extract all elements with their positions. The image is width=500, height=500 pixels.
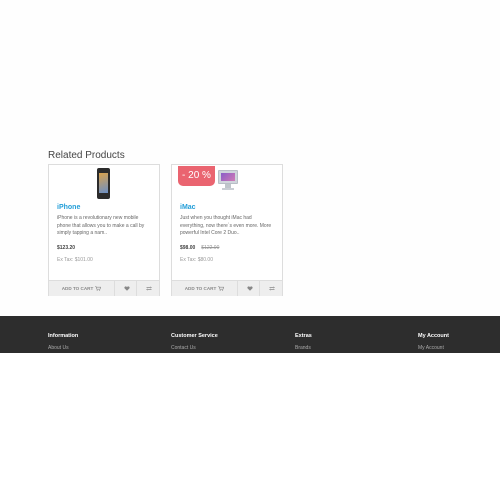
page: Related Products iPhone iPhone is a revo…	[0, 0, 500, 500]
footer-link-brands[interactable]: Brands	[295, 345, 312, 351]
heart-icon	[123, 285, 130, 292]
price-ex-tax: Ex Tax: $80.00	[180, 257, 213, 263]
product-thumb[interactable]	[49, 168, 159, 200]
footer-heading: My Account	[418, 333, 449, 339]
iphone-image	[97, 168, 110, 199]
heart-icon	[246, 285, 253, 292]
product-actions: ADD TO CART	[172, 280, 282, 296]
product-description: iPhone is a revolutionary new mobile pho…	[57, 215, 145, 237]
add-to-cart-button[interactable]: ADD TO CART	[172, 281, 238, 296]
footer-column-extras: Extras Brands	[295, 333, 312, 351]
compare-icon	[146, 285, 152, 292]
blank-area	[0, 353, 500, 500]
product-description: Just when you thought iMac had everythin…	[180, 215, 272, 237]
product-card-imac: - 20 % iMac Just when you thought iMac h…	[171, 164, 283, 296]
product-card-iphone: iPhone iPhone is a revolutionary new mob…	[48, 164, 160, 296]
footer: Information About Us Customer Service Co…	[0, 316, 500, 353]
product-price: $123.20	[57, 245, 75, 251]
add-to-cart-label: ADD TO CART	[184, 286, 217, 291]
compare-button[interactable]	[260, 281, 282, 296]
section-title: Related Products	[48, 150, 125, 161]
footer-column-my-account: My Account My Account	[418, 333, 449, 351]
footer-heading: Extras	[295, 333, 312, 339]
product-name-link[interactable]: iMac	[180, 204, 196, 211]
footer-link-about-us[interactable]: About Us	[48, 345, 78, 351]
price-current: $123.20	[57, 245, 76, 251]
product-name-link[interactable]: iPhone	[57, 204, 80, 211]
product-actions: ADD TO CART	[49, 280, 159, 296]
footer-heading: Customer Service	[171, 333, 218, 339]
footer-column-customer-service: Customer Service Contact Us	[171, 333, 218, 351]
footer-link-my-account[interactable]: My Account	[418, 345, 449, 351]
imac-image	[218, 170, 238, 190]
price-old: $122.00	[201, 245, 220, 251]
content-area: Related Products iPhone iPhone is a revo…	[0, 0, 500, 316]
cart-icon	[218, 285, 225, 292]
price-ex-tax: Ex Tax: $101.00	[57, 257, 93, 263]
add-to-cart-button[interactable]: ADD TO CART	[49, 281, 115, 296]
wishlist-button[interactable]	[238, 281, 260, 296]
compare-button[interactable]	[137, 281, 159, 296]
compare-icon	[269, 285, 275, 292]
price-current: $98.00	[180, 245, 196, 251]
footer-heading: Information	[48, 333, 79, 339]
cart-icon	[95, 285, 102, 292]
footer-column-information: Information About Us	[48, 333, 78, 351]
wishlist-button[interactable]	[115, 281, 137, 296]
add-to-cart-label: ADD TO CART	[61, 286, 94, 291]
discount-badge: - 20 %	[178, 166, 215, 186]
footer-link-contact-us[interactable]: Contact Us	[171, 345, 218, 351]
product-price: $98.00 $122.00	[180, 245, 219, 251]
